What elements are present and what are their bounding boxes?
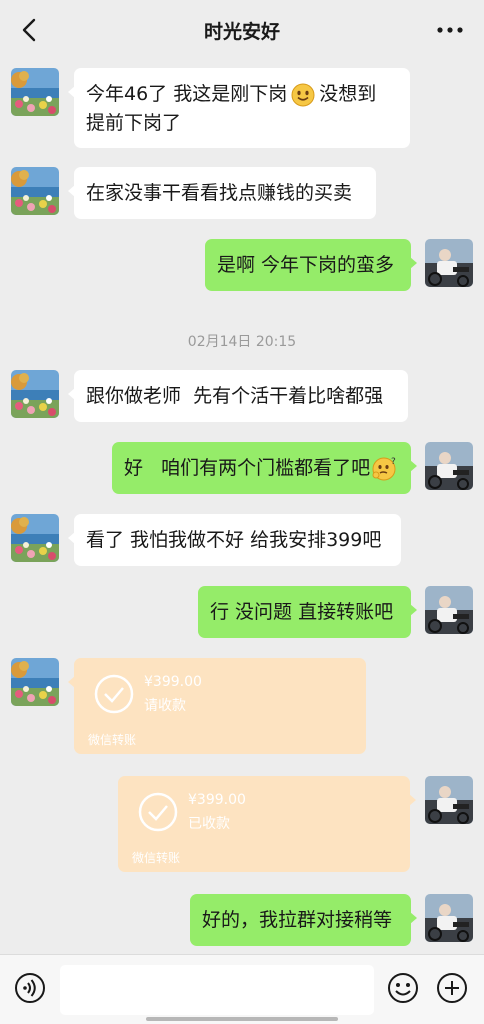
transfer-brand: 微信转账 <box>88 733 137 747</box>
transfer-status: 已收款 <box>188 816 230 832</box>
transfer-card[interactable]: ¥399.00 请收款 微信转账 <box>68 658 366 754</box>
message-bubble[interactable]: 好 咱们有两个门槛都看了吧 ? <box>112 442 417 494</box>
svg-text:?: ? <box>391 457 396 467</box>
check-circle-icon <box>94 674 134 714</box>
my-avatar[interactable] <box>425 239 473 287</box>
timestamp: 02月14日 20:15 <box>187 334 297 350</box>
transfer-card[interactable]: ¥399.00 已收款 微信转账 <box>118 776 416 872</box>
home-indicator <box>146 1017 338 1021</box>
my-avatar[interactable] <box>425 894 473 942</box>
message-bubble[interactable]: 跟你做老师 先有个活干着比啥都强 <box>68 370 408 422</box>
contact-avatar[interactable] <box>11 167 59 215</box>
message-bubble[interactable]: 好的，我拉群对接稍等 <box>190 894 417 946</box>
message-text: 看了 我怕我做不好 给我安排399吧 <box>86 528 382 551</box>
my-avatar[interactable] <box>425 442 473 490</box>
message-text: 是啊 今年下岗的蛮多 <box>217 253 395 276</box>
message-bubble[interactable]: 行 没问题 直接转账吧 <box>198 586 417 638</box>
voice-icon[interactable] <box>14 972 46 1004</box>
contact-avatar[interactable] <box>11 68 59 116</box>
contact-avatar[interactable] <box>11 514 59 562</box>
message-text: 在家没事干看看找点赚钱的买卖 <box>86 181 353 204</box>
message-bubble[interactable]: 是啊 今年下岗的蛮多 <box>205 239 417 291</box>
message-text: 提前下岗了 <box>86 112 182 134</box>
chat-title: 时光安好 <box>203 21 280 43</box>
message-text: 好 咱们有两个门槛都看了吧 <box>124 456 371 479</box>
message-text: 今年46了 我这是刚下岗 <box>86 83 288 105</box>
plus-icon[interactable] <box>436 972 468 1004</box>
transfer-status: 请收款 <box>144 698 186 714</box>
contact-avatar[interactable] <box>11 370 59 418</box>
my-avatar[interactable] <box>425 586 473 634</box>
my-avatar[interactable] <box>425 776 473 824</box>
thinking-emoji-icon: ? <box>372 457 396 481</box>
more-dots-icon[interactable] <box>434 16 466 44</box>
message-bubble[interactable]: 在家没事干看看找点赚钱的买卖 <box>68 167 376 219</box>
message-text: 没想到 <box>319 83 377 105</box>
contact-avatar[interactable] <box>11 658 59 706</box>
message-text: 跟你做老师 先有个活干着比啥都强 <box>86 384 384 407</box>
message-bubble[interactable]: 看了 我怕我做不好 给我安排399吧 <box>68 514 401 566</box>
smile-emoji-icon <box>291 83 315 106</box>
top-bar: 时光安好 <box>0 0 484 60</box>
transfer-amount: ¥399.00 <box>188 792 246 808</box>
input-bar <box>0 954 484 1024</box>
transfer-amount: ¥399.00 <box>144 674 202 690</box>
message-text: 好的，我拉群对接稍等 <box>202 908 393 931</box>
message-bubble[interactable]: 今年46了 我这是刚下岗 没想到 提前下岗了 <box>68 68 410 148</box>
emoji-icon[interactable] <box>387 972 419 1004</box>
message-input[interactable] <box>60 965 374 1015</box>
check-circle-icon <box>138 792 178 832</box>
message-text: 行 没问题 直接转账吧 <box>210 600 394 623</box>
transfer-brand: 微信转账 <box>132 851 181 865</box>
